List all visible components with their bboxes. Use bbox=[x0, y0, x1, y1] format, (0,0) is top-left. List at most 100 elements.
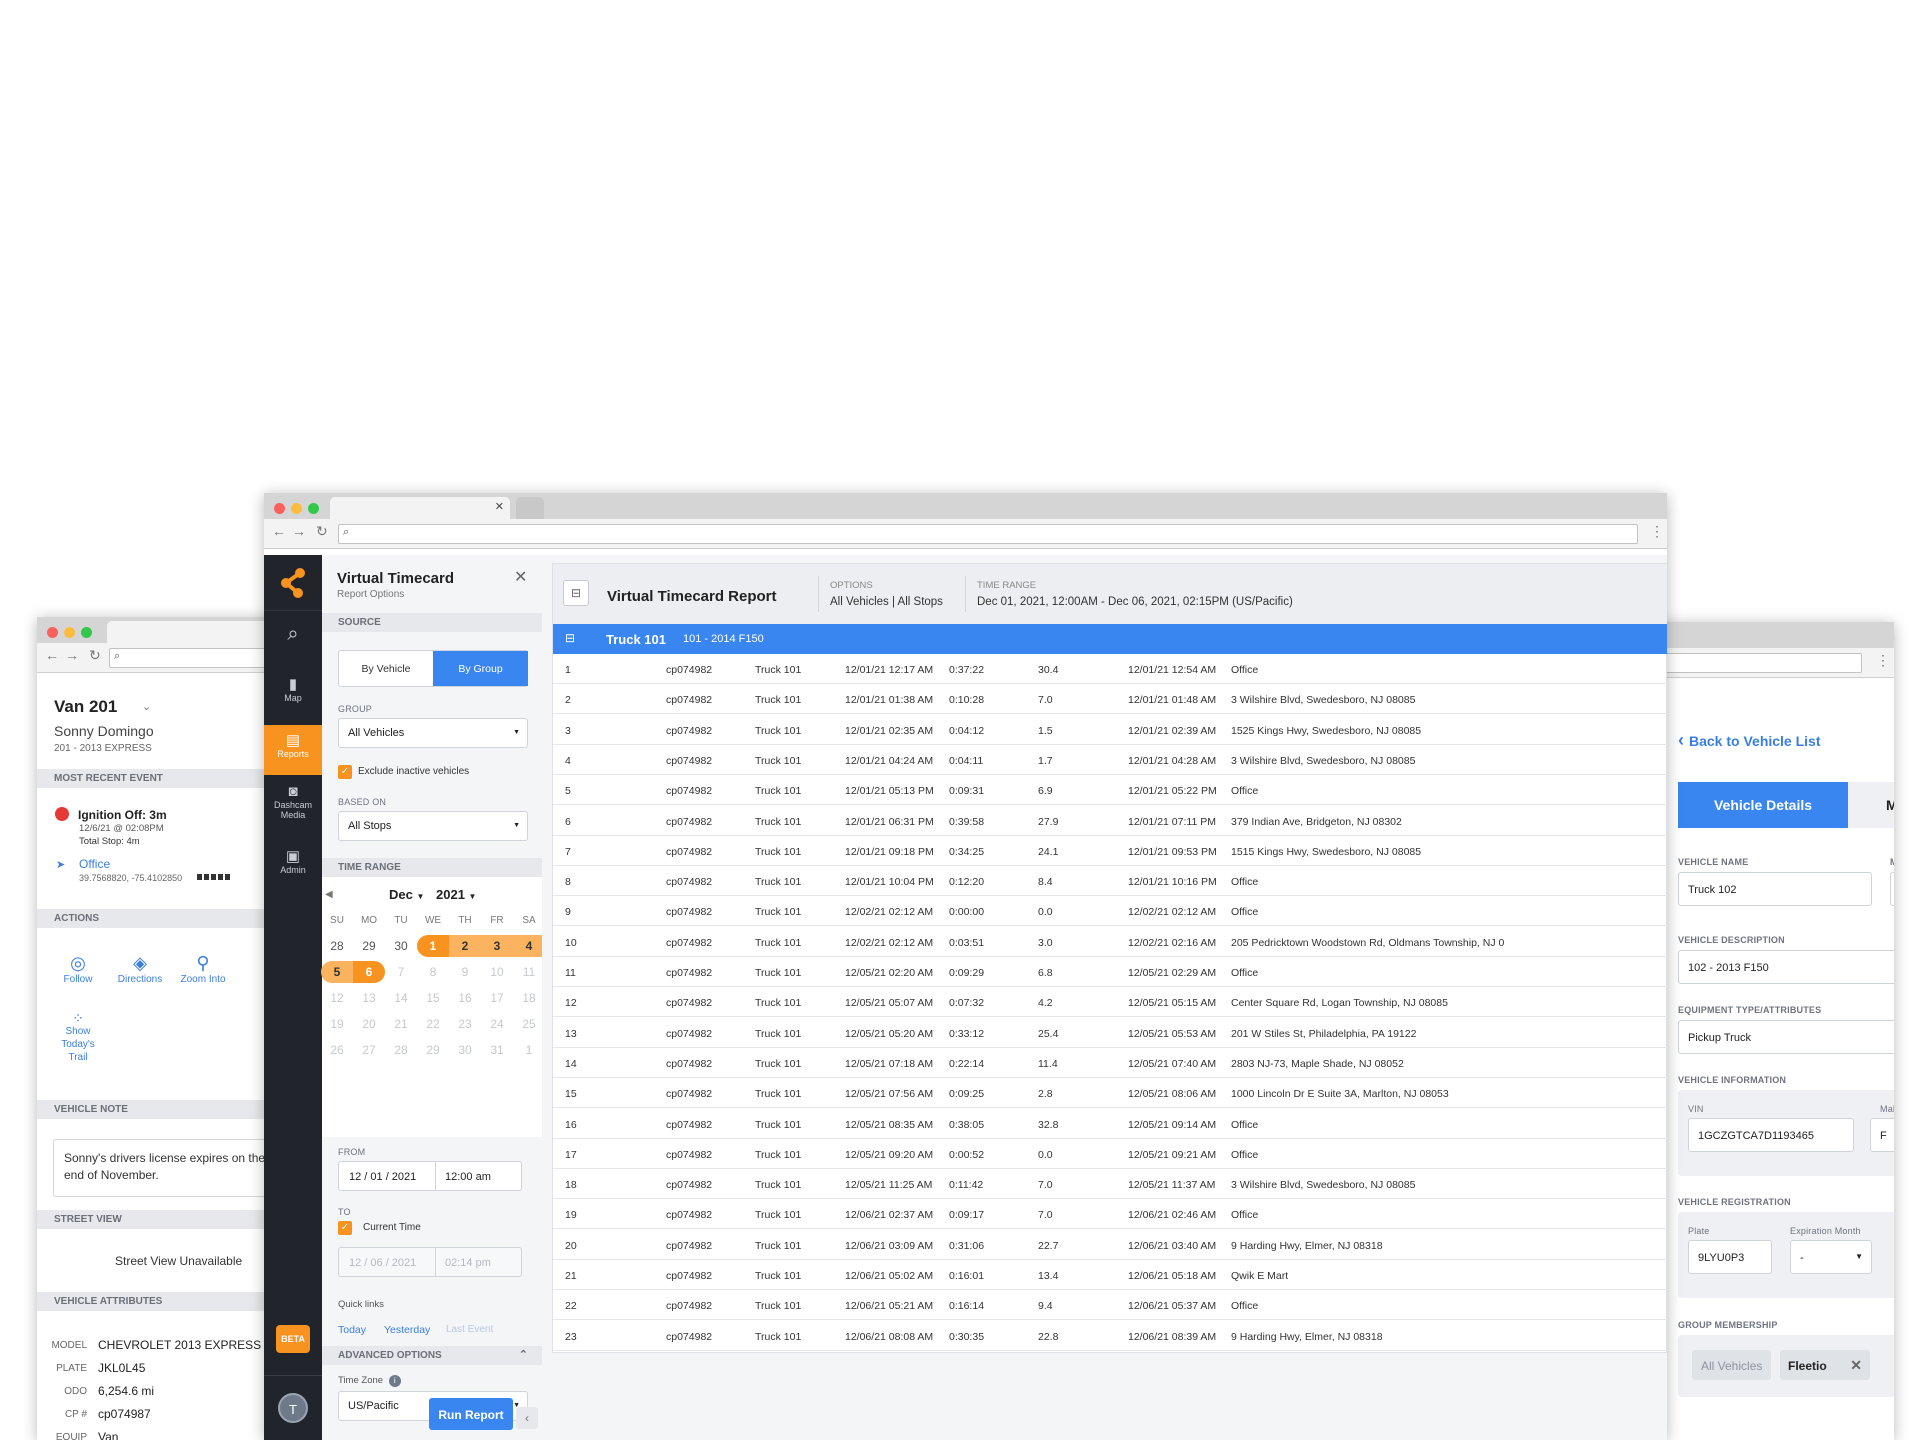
chevron-down-icon[interactable]: ⌄ bbox=[142, 700, 151, 713]
vehicle-group-row[interactable]: ⊟ Truck 101 101 - 2014 F150 bbox=[553, 624, 1667, 654]
table-row[interactable]: 3 cp074982 Truck 101 12/01/21 02:35 AM 0:04:… bbox=[553, 715, 1667, 745]
logo-icon[interactable] bbox=[278, 565, 308, 599]
table-row[interactable]: 21 cp074982 Truck 101 12/06/21 05:02 AM 0:16… bbox=[553, 1260, 1667, 1290]
calendar-day[interactable]: 18 bbox=[516, 987, 542, 1009]
close-dot[interactable] bbox=[47, 627, 58, 638]
collapse-toggle-icon[interactable]: ⊟ bbox=[563, 580, 589, 606]
calendar-day[interactable]: 16 bbox=[452, 987, 478, 1009]
calendar-day[interactable]: 28 bbox=[388, 1039, 414, 1061]
calendar-day[interactable]: 12 bbox=[324, 987, 350, 1009]
run-report-button[interactable]: Run Report bbox=[429, 1398, 513, 1430]
to-time-input[interactable]: 02:14 pm bbox=[445, 1257, 491, 1269]
sidebar-search[interactable]: ⌕ bbox=[264, 610, 322, 660]
minimize-dot[interactable] bbox=[291, 503, 302, 514]
location-link[interactable]: Office bbox=[79, 857, 110, 871]
table-row[interactable]: 5 cp074982 Truck 101 12/01/21 05:13 PM 0:09:… bbox=[553, 775, 1667, 806]
info-icon[interactable]: i bbox=[388, 1375, 401, 1387]
calendar-day[interactable]: 1 bbox=[516, 1039, 542, 1061]
calendar-day[interactable]: 24 bbox=[484, 1013, 510, 1035]
forward-arrow-icon[interactable]: → bbox=[65, 647, 79, 663]
new-tab-button[interactable] bbox=[516, 497, 544, 519]
calendar-day[interactable]: 2 bbox=[449, 935, 481, 957]
expiration-month-select[interactable]: - ▼ bbox=[1790, 1240, 1872, 1274]
calendar-day[interactable]: 31 bbox=[484, 1039, 510, 1061]
exclude-inactive-checkbox[interactable]: ✓ bbox=[338, 765, 352, 779]
plate-input[interactable]: 9LYU0P3 bbox=[1688, 1240, 1772, 1274]
browser-menu-icon[interactable]: ⋮ bbox=[1876, 652, 1890, 669]
calendar-day[interactable]: 20 bbox=[356, 1013, 382, 1035]
by-vehicle-option[interactable]: By Vehicle bbox=[339, 651, 433, 686]
from-time-input[interactable]: 12:00 am bbox=[445, 1171, 491, 1183]
calendar-day[interactable]: 3 bbox=[481, 935, 513, 957]
by-group-option[interactable]: By Group bbox=[433, 651, 528, 686]
calendar-day[interactable]: 22 bbox=[420, 1013, 446, 1035]
collapse-panel-button[interactable]: ‹ bbox=[516, 1407, 538, 1429]
year-select[interactable]: 2021 ▼ bbox=[436, 887, 476, 902]
beta-badge[interactable]: BETA bbox=[276, 1325, 310, 1353]
calendar-day[interactable]: 13 bbox=[356, 987, 382, 1009]
follow-button[interactable]: ◎ Follow bbox=[55, 953, 101, 985]
avatar[interactable]: T bbox=[278, 1393, 308, 1423]
vehicle-description-input[interactable]: 102 - 2013 F150 bbox=[1678, 950, 1894, 984]
calendar-day[interactable]: 9 bbox=[452, 961, 478, 983]
table-row[interactable]: 15 cp074982 Truck 101 12/05/21 07:56 AM 0:09… bbox=[553, 1078, 1667, 1109]
close-icon[interactable]: ✕ bbox=[1850, 1357, 1862, 1374]
maximize-dot[interactable] bbox=[81, 627, 92, 638]
table-row[interactable]: 1 cp074982 Truck 101 12/01/21 12:17 AM 0:37:… bbox=[553, 654, 1667, 684]
table-row[interactable]: 9 cp074982 Truck 101 12/02/21 02:12 AM 0:00:… bbox=[553, 896, 1667, 927]
tab-close-icon[interactable]: ✕ bbox=[495, 500, 504, 513]
tab-next[interactable]: M bbox=[1848, 782, 1894, 828]
maximize-dot[interactable] bbox=[308, 503, 319, 514]
chevron-left-icon[interactable]: ◀ bbox=[325, 889, 333, 900]
address-bar[interactable]: ⌕ bbox=[338, 524, 1638, 544]
calendar-day[interactable]: 11 bbox=[516, 961, 542, 983]
calendar-day[interactable]: 4 bbox=[513, 935, 545, 957]
table-row[interactable]: 18 cp074982 Truck 101 12/05/21 11:25 AM 0:11… bbox=[553, 1169, 1667, 1200]
minimize-dot[interactable] bbox=[64, 627, 75, 638]
calendar-day[interactable]: 8 bbox=[420, 961, 446, 983]
equipment-type-input[interactable]: Pickup Truck bbox=[1678, 1020, 1894, 1054]
vin-input[interactable]: 1GCZGTCA7D1193465 bbox=[1688, 1118, 1854, 1152]
calendar-day[interactable]: 28 bbox=[324, 935, 350, 957]
sidebar-item-dashcam-media[interactable]: ◙ Dashcam Media bbox=[264, 783, 322, 835]
calendar-day[interactable]: 1 bbox=[417, 935, 449, 957]
table-row[interactable]: 19 cp074982 Truck 101 12/06/21 02:37 AM 0:09… bbox=[553, 1199, 1667, 1230]
reload-icon[interactable]: ↻ bbox=[316, 523, 328, 540]
calendar-day[interactable]: 23 bbox=[452, 1013, 478, 1035]
from-date-input[interactable]: 12 / 01 / 2021 bbox=[349, 1171, 416, 1183]
quick-link-last-event[interactable]: Last Event bbox=[446, 1324, 493, 1335]
zoom-into-button[interactable]: ⚲ Zoom Into bbox=[178, 953, 228, 985]
table-row[interactable]: 16 cp074982 Truck 101 12/05/21 08:35 AM 0:38… bbox=[553, 1109, 1667, 1139]
table-row[interactable]: 17 cp074982 Truck 101 12/05/21 09:20 AM 0:00… bbox=[553, 1139, 1667, 1169]
forward-arrow-icon[interactable]: → bbox=[292, 523, 306, 539]
table-row[interactable]: 13 cp074982 Truck 101 12/05/21 05:20 AM 0:33… bbox=[553, 1018, 1667, 1048]
tab-vehicle-details[interactable]: Vehicle Details bbox=[1678, 782, 1848, 828]
side-input[interactable] bbox=[1890, 872, 1894, 906]
group-chip-all-vehicles[interactable]: All Vehicles bbox=[1692, 1350, 1772, 1380]
calendar-day[interactable]: 26 bbox=[324, 1039, 350, 1061]
table-row[interactable]: 23 cp074982 Truck 101 12/06/21 08:08 AM 0:30… bbox=[553, 1321, 1667, 1351]
calendar-day[interactable]: 25 bbox=[516, 1013, 542, 1035]
reload-icon[interactable]: ↻ bbox=[89, 647, 101, 664]
vehicle-name-input[interactable]: Truck 102 bbox=[1678, 872, 1872, 906]
table-row[interactable]: 10 cp074982 Truck 101 12/02/21 02:12 AM 0:03… bbox=[553, 927, 1667, 957]
calendar-day[interactable]: 30 bbox=[452, 1039, 478, 1061]
based-on-select[interactable]: All Stops ▼ bbox=[338, 811, 528, 841]
calendar-day[interactable]: 29 bbox=[420, 1039, 446, 1061]
group-select[interactable]: All Vehicles ▼ bbox=[338, 718, 528, 748]
sidebar-item-reports[interactable]: ▤ Reports bbox=[264, 725, 322, 775]
calendar-day[interactable]: 10 bbox=[484, 961, 510, 983]
back-arrow-icon[interactable]: ← bbox=[272, 523, 286, 539]
calendar-day[interactable]: 27 bbox=[356, 1039, 382, 1061]
sidebar-item-admin[interactable]: ▣ Admin bbox=[264, 847, 322, 895]
calendar-day[interactable]: 21 bbox=[388, 1013, 414, 1035]
table-row[interactable]: 12 cp074982 Truck 101 12/05/21 05:07 AM 0:07… bbox=[553, 987, 1667, 1018]
table-row[interactable]: 6 cp074982 Truck 101 12/01/21 06:31 PM 0:39:… bbox=[553, 806, 1667, 836]
calendar-day[interactable]: 17 bbox=[484, 987, 510, 1009]
calendar-day[interactable]: 6 bbox=[353, 961, 385, 983]
collapse-row-icon[interactable]: ⊟ bbox=[565, 631, 575, 645]
close-icon[interactable]: ✕ bbox=[514, 567, 527, 587]
calendar-day[interactable]: 30 bbox=[388, 935, 414, 957]
table-row[interactable]: 14 cp074982 Truck 101 12/05/21 07:18 AM 0:22… bbox=[553, 1048, 1667, 1078]
browser-menu-icon[interactable]: ⋮ bbox=[1650, 523, 1664, 540]
